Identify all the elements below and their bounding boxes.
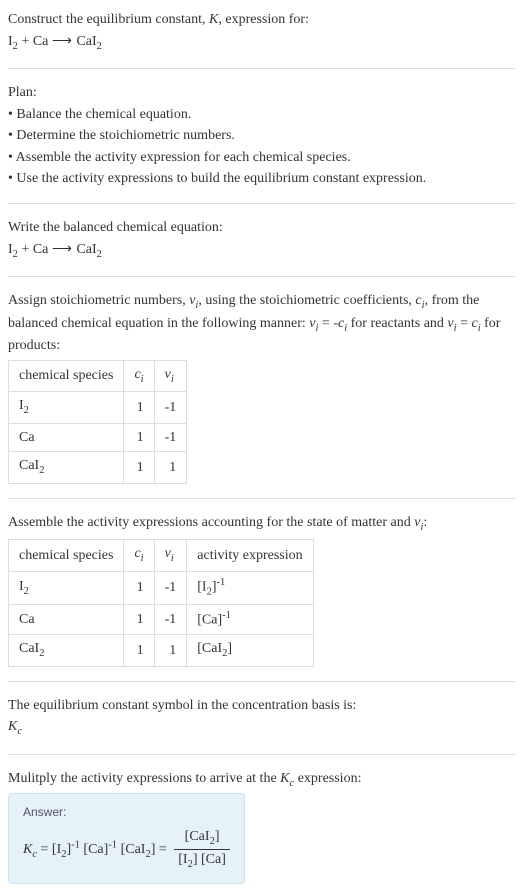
cell-species: Ca xyxy=(9,423,124,452)
cell-ci: 1 xyxy=(124,604,154,634)
symbol-section: The equilibrium constant symbol in the c… xyxy=(8,696,516,740)
multiply-section: Mulitply the activity expressions to arr… xyxy=(8,769,516,791)
plan-item: • Assemble the activity expression for e… xyxy=(8,148,516,168)
cell-species: CaI2 xyxy=(9,635,124,666)
cell-vi: -1 xyxy=(154,392,187,423)
cell-species: CaI2 xyxy=(9,452,124,483)
col-ci: ci xyxy=(124,360,154,391)
cell-ci: 1 xyxy=(124,423,154,452)
divider xyxy=(8,754,516,755)
cell-activity: [Ca]-1 xyxy=(187,604,313,634)
balanced-line: Write the balanced chemical equation: xyxy=(8,218,516,238)
intro-line: Construct the equilibrium constant, K, e… xyxy=(8,10,516,30)
cell-species: Ca xyxy=(9,604,124,634)
plan-item: • Determine the stoichiometric numbers. xyxy=(8,126,516,146)
col-vi: νi xyxy=(154,360,187,391)
activity-text: Assemble the activity expressions accoun… xyxy=(8,513,516,535)
col-vi: νi xyxy=(154,540,187,571)
divider xyxy=(8,276,516,277)
table-header-row: chemical species ci νi activity expressi… xyxy=(9,540,314,571)
plan-item: • Use the activity expressions to build … xyxy=(8,169,516,189)
table-row: CaI2 1 1 xyxy=(9,452,187,483)
cell-ci: 1 xyxy=(124,452,154,483)
table-row: Ca 1 -1 [Ca]-1 xyxy=(9,604,314,634)
assign-text: Assign stoichiometric numbers, νi, using… xyxy=(8,291,516,356)
multiply-line: Mulitply the activity expressions to arr… xyxy=(8,769,516,791)
cell-activity: [I2]-1 xyxy=(187,571,313,604)
balanced-equation: I2 + Ca ⟶ CaI2 xyxy=(8,240,516,262)
plan-title: Plan: xyxy=(8,83,516,103)
answer-box: Answer: Kc = [I2]-1 [Ca]-1 [CaI2] = [CaI… xyxy=(8,793,245,884)
divider xyxy=(8,681,516,682)
divider xyxy=(8,203,516,204)
cell-vi: -1 xyxy=(154,604,187,634)
cell-ci: 1 xyxy=(124,635,154,666)
plan-item: • Balance the chemical equation. xyxy=(8,105,516,125)
stoich-table: chemical species ci νi I2 1 -1 Ca 1 -1 C… xyxy=(8,360,187,484)
fraction-num: [CaI2] xyxy=(174,827,230,850)
activity-table: chemical species ci νi activity expressi… xyxy=(8,539,314,666)
answer-expression: Kc = [I2]-1 [Ca]-1 [CaI2] = [CaI2] [I2] … xyxy=(23,827,230,873)
assign-section: Assign stoichiometric numbers, νi, using… xyxy=(8,291,516,484)
cell-vi: -1 xyxy=(154,423,187,452)
table-header-row: chemical species ci νi xyxy=(9,360,187,391)
divider xyxy=(8,498,516,499)
intro-equation: I2 + Ca ⟶ CaI2 xyxy=(8,32,516,54)
cell-ci: 1 xyxy=(124,392,154,423)
col-species: chemical species xyxy=(9,540,124,571)
fraction: [CaI2] [I2] [Ca] xyxy=(174,827,230,873)
col-species: chemical species xyxy=(9,360,124,391)
cell-vi: -1 xyxy=(154,571,187,604)
table-row: Ca 1 -1 xyxy=(9,423,187,452)
symbol-line: The equilibrium constant symbol in the c… xyxy=(8,696,516,716)
divider xyxy=(8,68,516,69)
balanced-section: Write the balanced chemical equation: I2… xyxy=(8,218,516,262)
table-row: I2 1 -1 [I2]-1 xyxy=(9,571,314,604)
answer-label: Answer: xyxy=(23,804,230,821)
activity-section: Assemble the activity expressions accoun… xyxy=(8,513,516,667)
intro-section: Construct the equilibrium constant, K, e… xyxy=(8,10,516,54)
table-row: CaI2 1 1 [CaI2] xyxy=(9,635,314,666)
cell-ci: 1 xyxy=(124,571,154,604)
col-activity: activity expression xyxy=(187,540,313,571)
cell-activity: [CaI2] xyxy=(187,635,313,666)
table-row: I2 1 -1 xyxy=(9,392,187,423)
cell-vi: 1 xyxy=(154,635,187,666)
symbol-kc: Kc xyxy=(8,717,516,739)
col-ci: ci xyxy=(124,540,154,571)
cell-species: I2 xyxy=(9,571,124,604)
cell-vi: 1 xyxy=(154,452,187,483)
plan-section: Plan: • Balance the chemical equation. •… xyxy=(8,83,516,189)
fraction-den: [I2] [Ca] xyxy=(174,850,230,872)
cell-species: I2 xyxy=(9,392,124,423)
